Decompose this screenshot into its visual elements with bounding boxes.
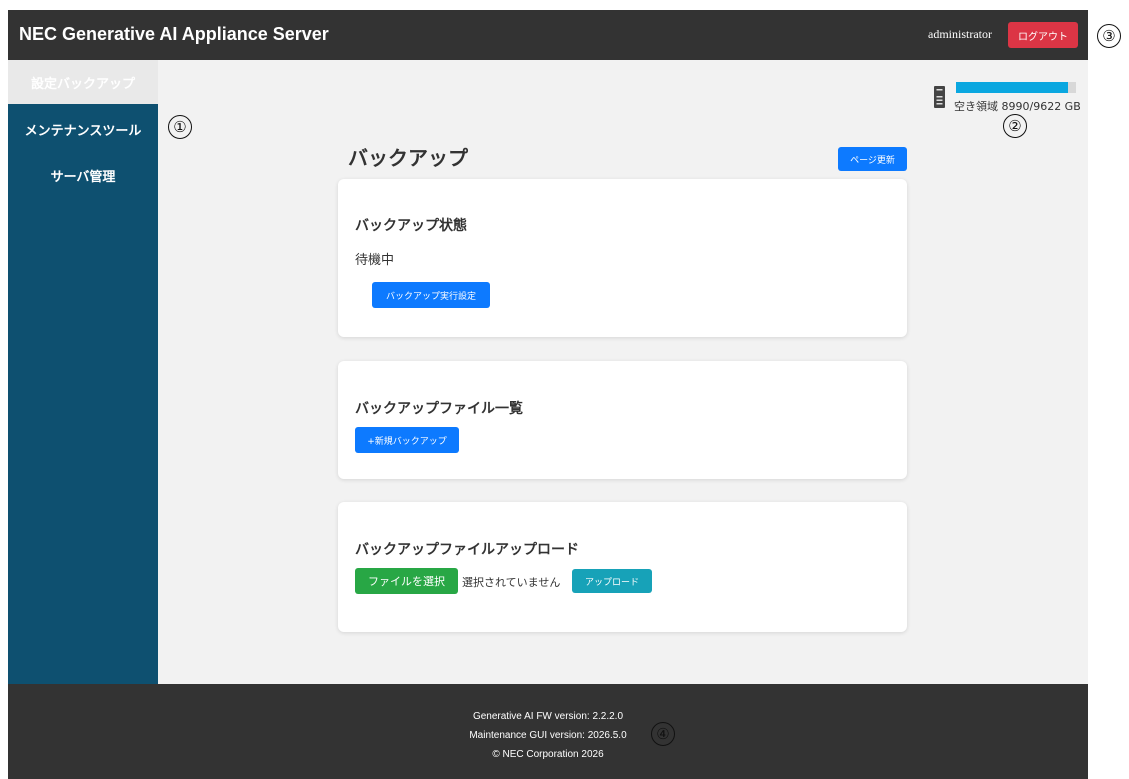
- app-title: NEC Generative AI Appliance Server: [19, 24, 329, 44]
- callout-marker-3: ③: [1097, 24, 1121, 48]
- copyright-text: © NEC Corporation 2026: [492, 749, 604, 760]
- sidebar-item-server-management[interactable]: サーバ管理: [8, 153, 158, 197]
- backup-status-card: バックアップ状態 待機中 バックアップ実行設定: [338, 179, 907, 337]
- callout-marker-4: ④: [651, 722, 675, 746]
- backup-status-value: 待機中: [355, 253, 395, 268]
- gui-version-text: Maintenance GUI version: 2026.5.0: [469, 730, 627, 741]
- backup-file-list-card: バックアップファイル一覧 +新規バックアップ: [338, 361, 907, 479]
- header-bar: NEC Generative AI Appliance Server admin…: [8, 10, 1088, 60]
- new-backup-button[interactable]: +新規バックアップ: [355, 427, 459, 453]
- backup-status-title: バックアップ状態: [355, 218, 467, 234]
- storage-usage-fill: [956, 82, 1069, 93]
- logout-button[interactable]: ログアウト: [1008, 22, 1078, 48]
- callout-marker-2: ②: [1003, 114, 1027, 138]
- page-title: バックアップ: [348, 146, 468, 170]
- storage-free-text: 空き領域 8990/9622 GB: [954, 100, 1081, 113]
- backup-run-settings-button[interactable]: バックアップ実行設定: [372, 282, 490, 308]
- storage-usage-bar: [956, 82, 1076, 93]
- backup-upload-card: バックアップファイルアップロード ファイルを選択 選択されていません アップロー…: [338, 502, 907, 632]
- page-refresh-button[interactable]: ページ更新: [838, 147, 907, 171]
- no-file-selected-text: 選択されていません: [462, 576, 561, 589]
- fw-version-text: Generative AI FW version: 2.2.2.0: [472, 711, 624, 722]
- backup-file-list-title: バックアップファイル一覧: [355, 401, 523, 417]
- sidebar-item-maintenance-tools[interactable]: メンテナンスツール: [8, 107, 158, 151]
- username-label: administrator: [928, 27, 992, 41]
- backup-upload-title: バックアップファイルアップロード: [355, 542, 579, 558]
- footer: Generative AI FW version: 2.2.2.0 Mainte…: [8, 684, 1088, 779]
- upload-button[interactable]: アップロード: [572, 569, 652, 593]
- sidebar-item-settings-backup[interactable]: 設定バックアップ: [8, 60, 158, 104]
- callout-marker-1: ①: [168, 115, 192, 139]
- sidebar: 設定バックアップ メンテナンスツール サーバ管理: [8, 60, 158, 684]
- server-icon: [934, 86, 945, 108]
- choose-file-button[interactable]: ファイルを選択: [355, 568, 458, 594]
